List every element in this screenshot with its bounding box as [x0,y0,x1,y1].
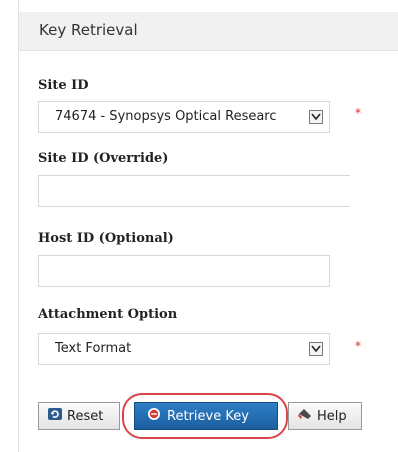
site-id-select[interactable]: 74674 - Synopsys Optical Researc [38,101,330,133]
site-id-override-input[interactable] [38,175,350,207]
site-id-selected-value: 74674 - Synopsys Optical Researc [55,109,277,124]
attachment-option-select[interactable]: Text Format [38,333,330,365]
host-id-input[interactable] [38,255,330,287]
panel-title: Key Retrieval [39,21,138,39]
host-id-label: Host ID (Optional) [38,231,174,246]
key-retrieval-panel: Key Retrieval [18,0,398,452]
chevron-down-icon[interactable] [309,342,323,356]
help-button[interactable]: Help [288,402,362,430]
help-button-label: Help [317,408,347,424]
highlight-ring [122,393,288,439]
site-id-override-label: Site ID (Override) [38,151,169,166]
reset-icon [47,406,63,426]
chevron-down-icon[interactable] [309,110,323,124]
site-id-required-marker: * [355,106,361,120]
panel-header: Key Retrieval [19,12,398,51]
attachment-option-required-marker: * [355,339,361,353]
reset-button-label: Reset [67,408,104,424]
help-icon [297,406,313,426]
attachment-option-label: Attachment Option [38,307,178,322]
site-id-label: Site ID [38,78,89,93]
attachment-option-selected-value: Text Format [55,341,132,356]
reset-button[interactable]: Reset [38,402,120,430]
